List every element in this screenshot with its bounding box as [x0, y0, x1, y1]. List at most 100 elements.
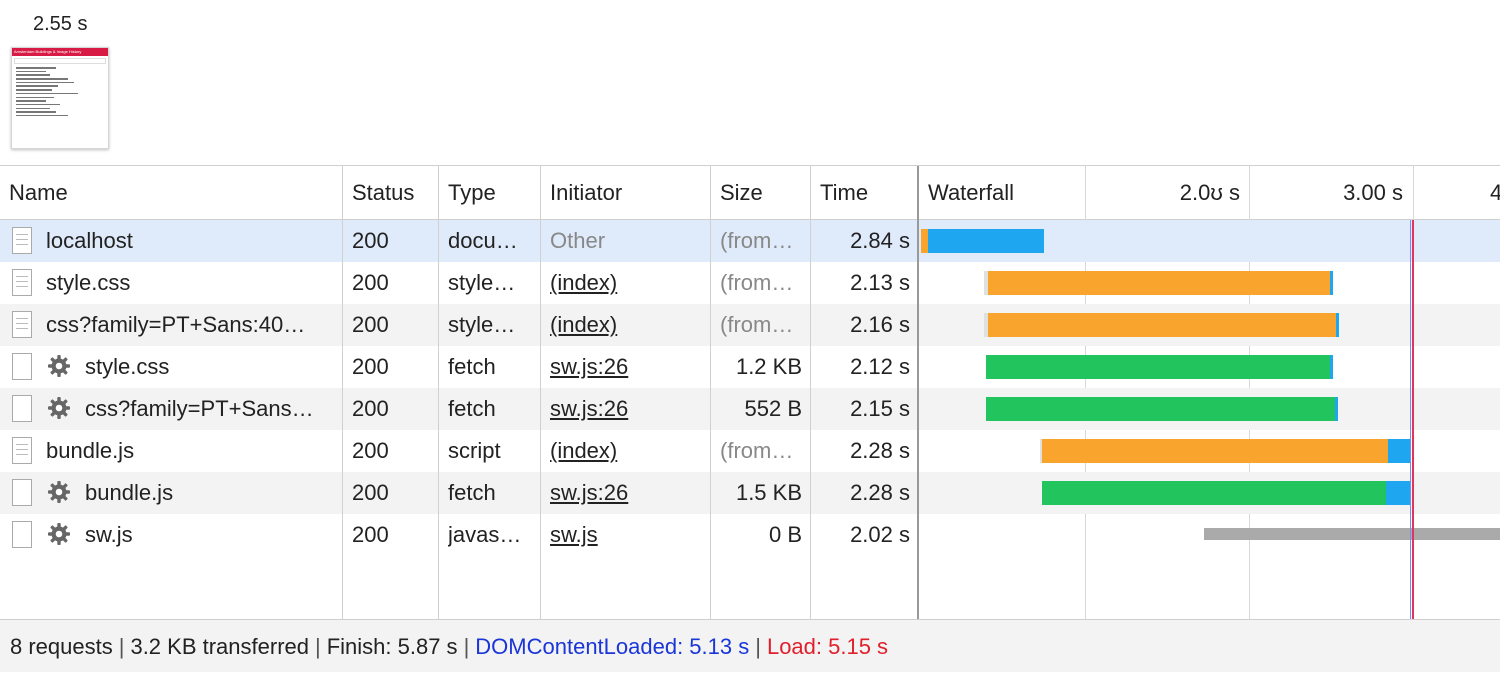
waterfall-bar-waiting — [921, 229, 928, 253]
request-status: 200 — [352, 396, 389, 421]
request-status: 200 — [352, 480, 389, 505]
network-request-table: Name Status Type Initiator Size Time Wat… — [0, 165, 1500, 620]
table-row[interactable]: css?family=PT+Sans… 200 fetch sw.js:26 5… — [0, 388, 1500, 430]
transferred-size: 3.2 KB transferred — [130, 634, 309, 659]
request-name: bundle.js — [85, 480, 174, 505]
request-time: 2.13 s — [850, 270, 910, 295]
column-header-initiator[interactable]: Initiator — [550, 166, 622, 219]
table-row[interactable]: bundle.js 200 script (index) (from… 2.28… — [0, 430, 1500, 472]
thumbnail-line — [16, 81, 74, 84]
table-row[interactable]: style.css 200 fetch sw.js:26 1.2 KB 2.12… — [0, 346, 1500, 388]
table-row[interactable]: sw.js 200 javas… sw.js 0 B 2.02 s — [0, 514, 1500, 556]
request-status: 200 — [352, 270, 389, 295]
column-header-type[interactable]: Type — [448, 166, 496, 219]
request-initiator: Other — [550, 228, 606, 253]
load-event-marker — [1412, 220, 1414, 620]
table-row[interactable]: style.css 200 style… (index) (from… 2.13… — [0, 262, 1500, 304]
blank-file-icon — [12, 353, 32, 380]
waterfall-bar-fetch — [986, 355, 1330, 379]
waterfall-bar-download — [1386, 481, 1411, 505]
column-divider[interactable] — [438, 166, 439, 620]
thumbnail-line — [16, 85, 58, 87]
waterfall-bar-download — [1336, 313, 1339, 337]
column-divider[interactable] — [810, 166, 811, 620]
waterfall-bar-fetch — [1042, 481, 1386, 505]
request-initiator-link[interactable]: (index) — [550, 430, 705, 472]
thumbnail-search — [14, 58, 106, 64]
waterfall-divider[interactable] — [917, 166, 919, 620]
request-initiator-link[interactable]: (index) — [550, 304, 705, 346]
column-header-name[interactable]: Name — [9, 166, 68, 219]
waterfall-bar-stalled — [1204, 528, 1500, 540]
request-type: fetch — [448, 480, 496, 505]
column-header-status[interactable]: Status — [352, 166, 414, 219]
table-row[interactable]: css?family=PT+Sans:40… 200 style… (index… — [0, 304, 1500, 346]
waterfall-bar-waiting — [1042, 439, 1388, 463]
dom-content-loaded-time: DOMContentLoaded: 5.13 s — [475, 634, 750, 659]
request-initiator-link[interactable]: sw.js:26 — [550, 472, 705, 514]
gear-icon — [48, 397, 70, 419]
request-status: 200 — [352, 438, 389, 463]
thumbnail-line — [16, 100, 46, 102]
request-size: 552 B — [744, 396, 803, 421]
gear-icon — [48, 481, 70, 503]
request-name: style.css — [85, 354, 170, 379]
gear-icon — [48, 523, 70, 545]
request-time: 2.84 s — [850, 228, 910, 253]
waterfall-bar-download — [1388, 439, 1411, 463]
filmstrip-time: 2.55 s — [33, 13, 88, 35]
request-name: css?family=PT+Sans… — [85, 396, 314, 421]
request-size: 0 B — [768, 522, 802, 547]
separator: | — [463, 634, 470, 659]
thumbnail-line — [16, 103, 60, 106]
request-status: 200 — [352, 522, 389, 547]
document-file-icon — [12, 227, 32, 254]
request-time: 2.28 s — [850, 438, 910, 463]
thumbnail-line — [16, 114, 68, 117]
request-name: sw.js — [85, 522, 133, 547]
request-type: fetch — [448, 396, 496, 421]
table-row[interactable]: bundle.js 200 fetch sw.js:26 1.5 KB 2.28… — [0, 472, 1500, 514]
script-file-icon — [12, 437, 32, 464]
waterfall-bar-download — [1335, 397, 1338, 421]
request-initiator-link[interactable]: sw.js:26 — [550, 388, 705, 430]
request-type: style… — [448, 312, 516, 337]
request-type: script — [448, 438, 501, 463]
stylesheet-file-icon — [12, 269, 32, 296]
request-name: style.css — [46, 270, 131, 295]
blank-file-icon — [12, 395, 32, 422]
thumbnail-line — [16, 96, 54, 98]
thumbnail-line — [16, 92, 78, 95]
request-status: 200 — [352, 354, 389, 379]
request-size: (from… — [720, 270, 794, 295]
column-divider[interactable] — [342, 166, 343, 620]
load-time: Load: 5.15 s — [766, 634, 889, 659]
waterfall-bar-download — [928, 229, 1044, 253]
request-initiator-link[interactable]: sw.js:26 — [550, 346, 705, 388]
thumbnail-line — [16, 111, 56, 113]
request-time: 2.28 s — [850, 480, 910, 505]
request-count: 8 requests — [10, 634, 113, 659]
filmstrip-thumbnail[interactable]: Amsterdam Buildings & Image History — [11, 47, 109, 149]
blank-file-icon — [12, 521, 32, 548]
request-time: 2.02 s — [850, 522, 910, 547]
thumbnail-line — [16, 70, 46, 73]
request-name: localhost — [46, 228, 133, 253]
request-initiator-link[interactable]: sw.js — [550, 514, 705, 556]
thumbnail-line — [16, 74, 50, 76]
request-size: 1.5 KB — [735, 480, 802, 505]
request-type: javas… — [448, 522, 522, 547]
column-header-time[interactable]: Time — [820, 166, 868, 219]
column-divider[interactable] — [540, 166, 541, 620]
request-status: 200 — [352, 228, 389, 253]
thumbnail-line — [16, 67, 56, 69]
request-type: docu… — [448, 228, 518, 253]
request-initiator-link[interactable]: (index) — [550, 262, 705, 304]
waterfall-bar-waiting — [988, 313, 1336, 337]
request-rows: localhost 200 docu… Other (from… 2.84 s … — [0, 220, 1500, 556]
column-divider[interactable] — [710, 166, 711, 620]
separator: | — [118, 634, 125, 659]
request-type: fetch — [448, 354, 496, 379]
table-row[interactable]: localhost 200 docu… Other (from… 2.84 s — [0, 220, 1500, 262]
column-header-size[interactable]: Size — [720, 166, 763, 219]
